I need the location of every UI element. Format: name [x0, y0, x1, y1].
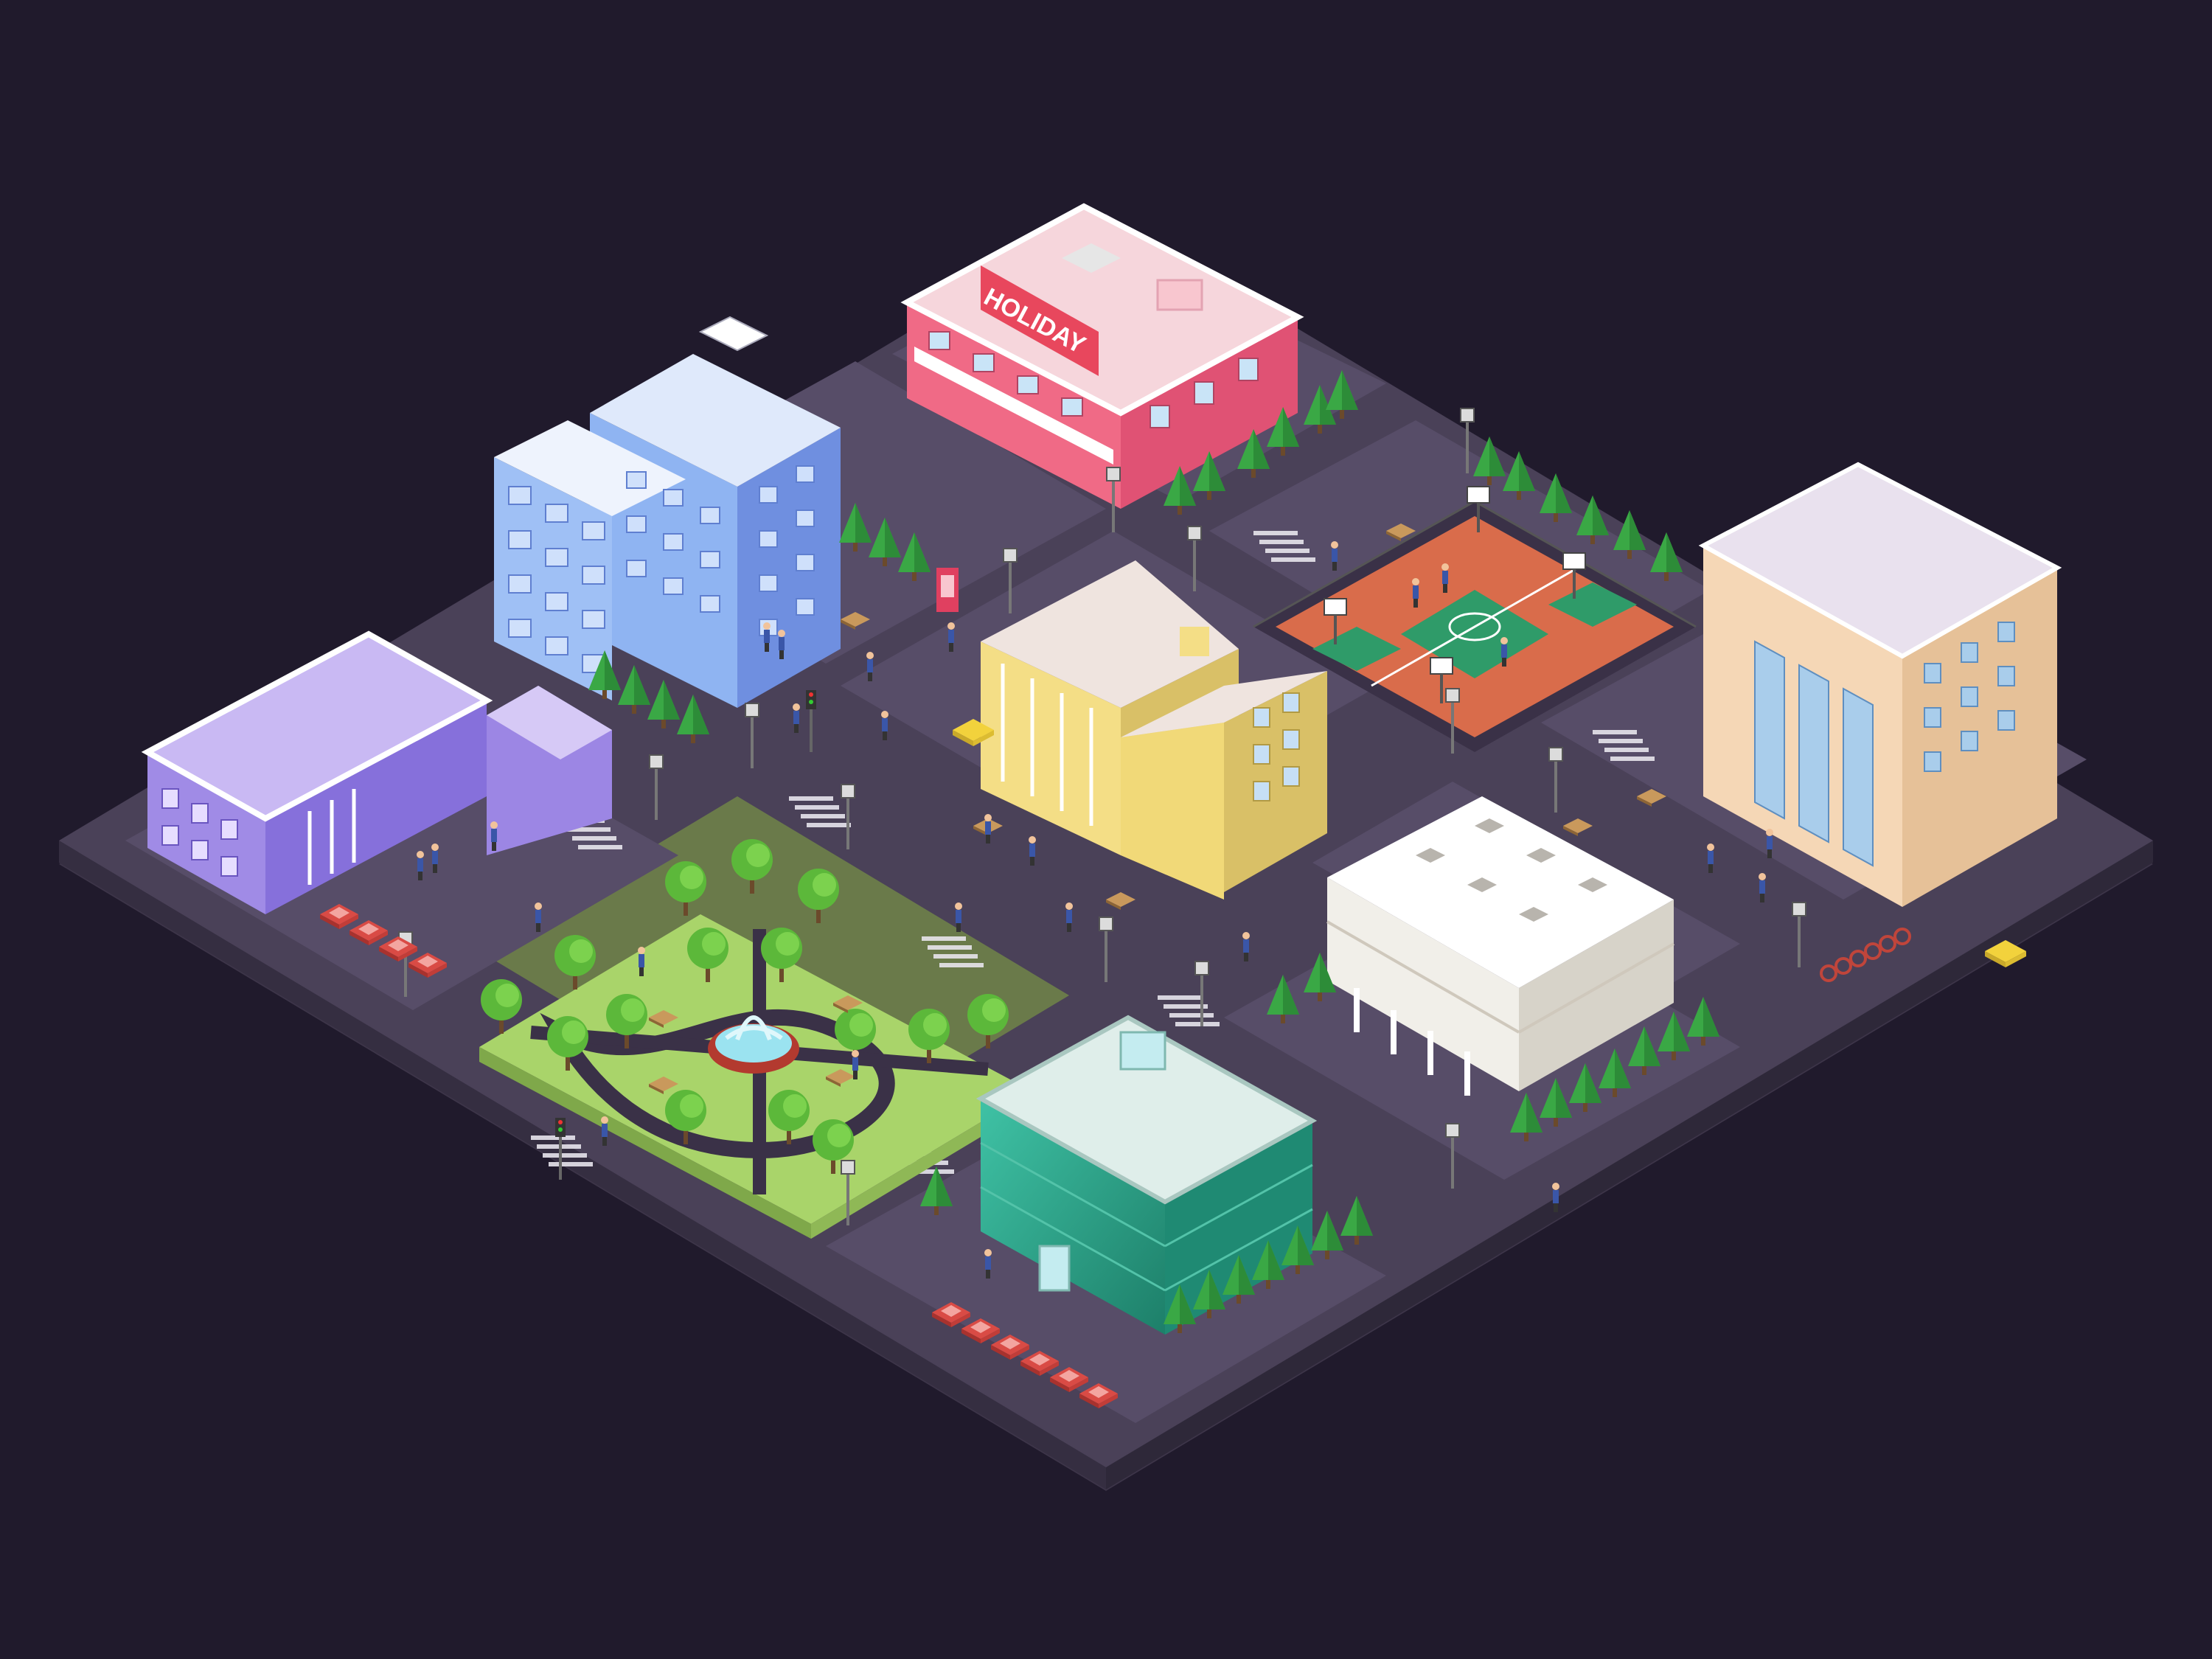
isometric-city-scene: HOLIDAY [59, 203, 2153, 1491]
phone-booth-icon [936, 568, 959, 612]
blue-tower [494, 316, 841, 708]
